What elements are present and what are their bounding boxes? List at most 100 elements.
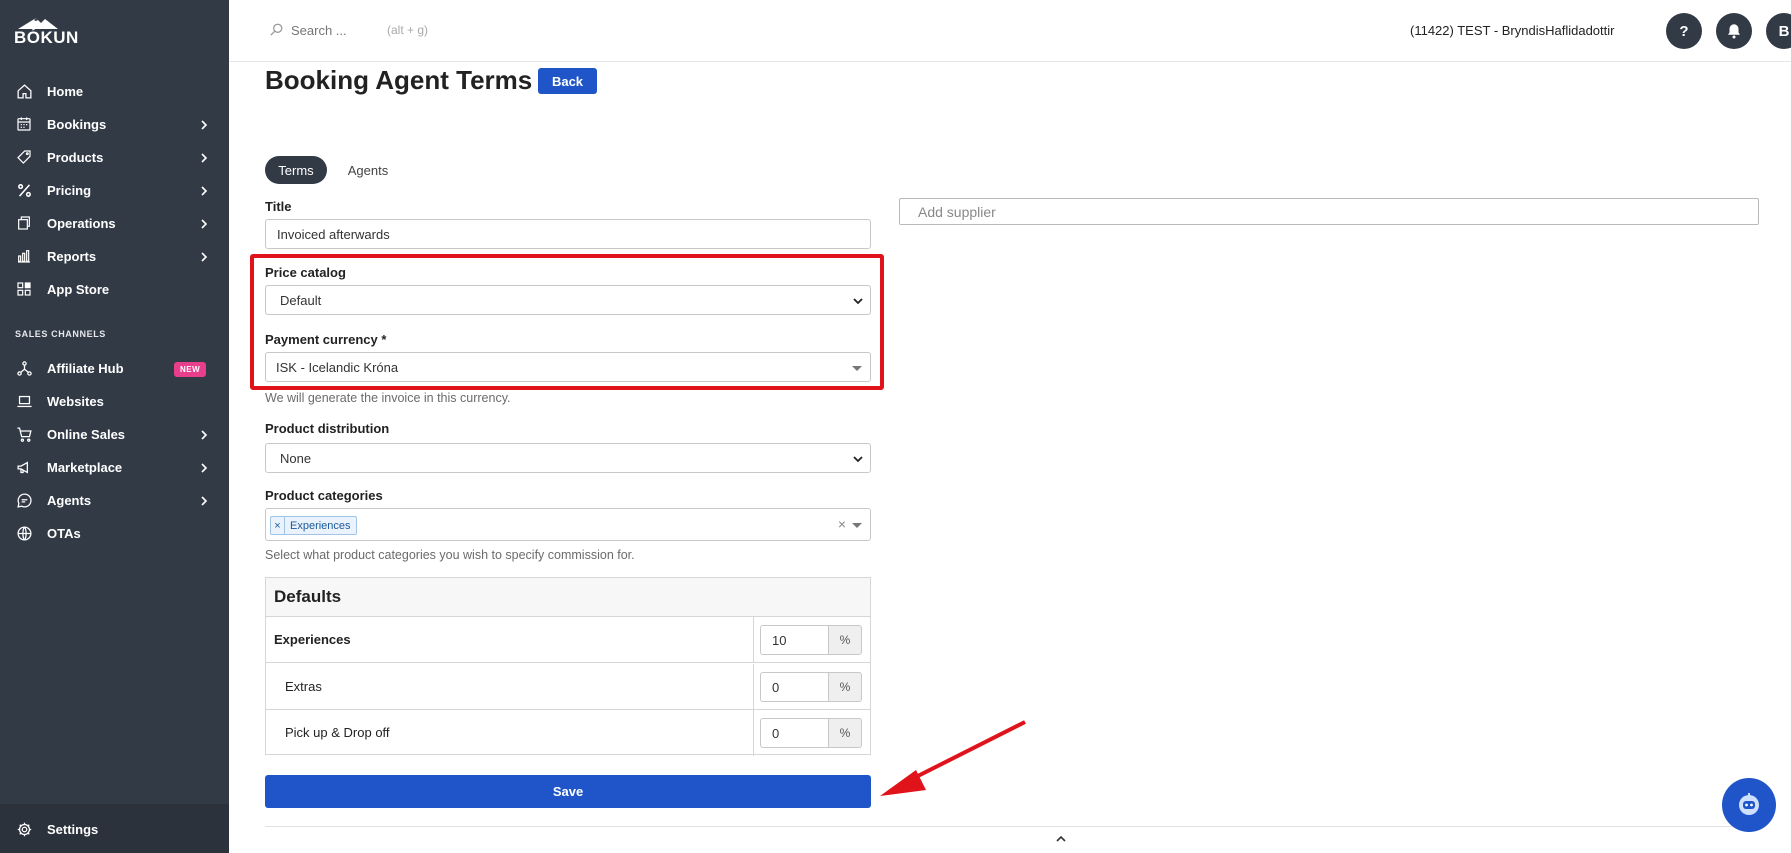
copy-icon xyxy=(15,214,33,232)
commission-input-group: 0 % xyxy=(760,718,864,748)
product-distribution-value: None xyxy=(280,450,312,466)
add-supplier-input[interactable]: Add supplier xyxy=(899,198,1759,225)
network-icon xyxy=(15,359,33,377)
caret-down-icon xyxy=(852,523,862,528)
chevron-right-icon xyxy=(198,118,210,130)
home-icon xyxy=(15,82,33,100)
divider xyxy=(265,826,1759,827)
remove-tag-icon[interactable]: × xyxy=(271,517,285,534)
back-button[interactable]: Back xyxy=(538,68,597,94)
notifications-button[interactable] xyxy=(1716,13,1752,49)
tab-terms[interactable]: Terms xyxy=(265,156,327,184)
sidebar-item-label: Bookings xyxy=(47,116,107,132)
percent-addon: % xyxy=(828,672,862,702)
gear-icon xyxy=(15,820,33,838)
megaphone-icon xyxy=(15,458,33,476)
defaults-table-header: Defaults xyxy=(266,578,870,617)
sidebar-item-label: Pricing xyxy=(47,182,92,198)
sidebar-item-label: Websites xyxy=(47,393,104,409)
top-bar: (alt + g) (11422) TEST - BryndisHaflidad… xyxy=(229,0,1791,62)
commission-input-group: 0 % xyxy=(760,672,864,702)
account-name[interactable]: (11422) TEST - BryndisHaflidadottir xyxy=(1410,23,1614,38)
page-title: Booking Agent Terms xyxy=(265,65,533,95)
bar-chart-icon xyxy=(15,247,33,265)
commission-input[interactable]: 0 xyxy=(760,718,828,748)
commission-input[interactable]: 10 xyxy=(760,625,828,655)
cell-divider xyxy=(753,617,754,663)
chevron-right-icon xyxy=(198,250,210,262)
table-row: Extras 0 % xyxy=(266,664,870,710)
title-label: Title xyxy=(265,199,292,214)
help-button[interactable]: ? xyxy=(1666,13,1702,49)
cell-divider xyxy=(753,710,754,756)
sidebar-item-marketplace[interactable]: Marketplace xyxy=(0,452,229,482)
cart-icon xyxy=(15,425,33,443)
laptop-icon xyxy=(15,392,33,410)
sidebar-item-label: Reports xyxy=(47,248,97,264)
sidebar-item-websites[interactable]: Websites xyxy=(0,386,229,416)
percent-addon: % xyxy=(828,718,862,748)
tag-icon xyxy=(15,148,33,166)
sidebar-item-settings[interactable]: Settings xyxy=(0,814,229,844)
sidebar-item-label: Operations xyxy=(47,215,116,231)
sidebar-item-otas[interactable]: OTAs xyxy=(0,518,229,548)
search-icon xyxy=(269,22,285,38)
defaults-heading: Defaults xyxy=(274,587,342,606)
save-button[interactable]: Save xyxy=(265,775,871,808)
sidebar-item-affiliate-hub[interactable]: Affiliate Hub NEW xyxy=(0,353,229,383)
sidebar-item-products[interactable]: Products xyxy=(0,142,229,172)
search-shortcut-hint: (alt + g) xyxy=(387,23,429,37)
chevron-up-icon[interactable] xyxy=(1055,834,1067,842)
bokun-logo[interactable]: BÓKUN xyxy=(14,16,78,47)
tab-agents[interactable]: Agents xyxy=(338,156,398,184)
sidebar-item-label: Marketplace xyxy=(47,459,123,475)
commission-input[interactable]: 0 xyxy=(760,672,828,702)
percent-icon xyxy=(15,181,33,199)
chat-assistant-button[interactable] xyxy=(1722,778,1776,832)
sidebar-item-label: OTAs xyxy=(47,525,81,541)
sidebar-item-online-sales[interactable]: Online Sales xyxy=(0,419,229,449)
bell-icon xyxy=(1728,24,1740,39)
sidebar-item-label: Products xyxy=(47,149,104,165)
product-distribution-label: Product distribution xyxy=(265,421,390,436)
chevron-down-icon xyxy=(853,456,863,463)
sidebar-item-home[interactable]: Home xyxy=(0,76,229,106)
currency-help-text: We will generate the invoice in this cur… xyxy=(265,391,511,405)
avatar-button[interactable]: B xyxy=(1766,13,1791,49)
sidebar-item-label: Agents xyxy=(47,492,92,508)
category-tag-label: Experiences xyxy=(290,519,351,532)
sidebar-item-pricing[interactable]: Pricing xyxy=(0,175,229,205)
grid-icon xyxy=(15,280,33,298)
clear-icon[interactable]: × xyxy=(838,516,846,532)
chevron-right-icon xyxy=(198,217,210,229)
new-badge: NEW xyxy=(174,362,207,377)
category-tag: × Experiences xyxy=(270,516,357,535)
sidebar-item-agents[interactable]: Agents xyxy=(0,485,229,515)
product-distribution-select[interactable]: None xyxy=(265,443,871,473)
sidebar: BÓKUN Home Bookings Products Pricing Operati… xyxy=(0,0,229,853)
search-input[interactable] xyxy=(291,19,381,41)
commission-input-group: 10 % xyxy=(760,625,864,655)
calendar-icon xyxy=(15,115,33,133)
chevron-right-icon xyxy=(198,151,210,163)
avatar-letter: B xyxy=(1778,22,1790,40)
table-row: Experiences 10 % xyxy=(266,617,870,663)
defaults-table: Defaults Experiences 10 % Extras 0 % Pic… xyxy=(265,577,871,756)
row-name: Experiences xyxy=(274,632,351,647)
sidebar-item-label: App Store xyxy=(47,281,110,297)
title-input[interactable]: Invoiced afterwards xyxy=(265,219,871,249)
sidebar-item-label: Home xyxy=(47,83,84,99)
sidebar-item-label: Online Sales xyxy=(47,426,126,442)
sidebar-item-reports[interactable]: Reports xyxy=(0,241,229,271)
product-categories-label: Product categories xyxy=(265,488,383,503)
sidebar-item-label: Settings xyxy=(47,821,99,837)
question-icon: ? xyxy=(1679,22,1689,40)
annotation-arrow xyxy=(880,720,1026,796)
sidebar-item-bookings[interactable]: Bookings xyxy=(0,109,229,139)
globe-icon xyxy=(15,524,33,542)
sidebar-item-app-store[interactable]: App Store xyxy=(0,274,229,304)
chevron-right-icon xyxy=(198,184,210,196)
sidebar-item-operations[interactable]: Operations xyxy=(0,208,229,238)
row-name: Extras xyxy=(285,679,322,694)
chevron-right-icon xyxy=(198,494,210,506)
